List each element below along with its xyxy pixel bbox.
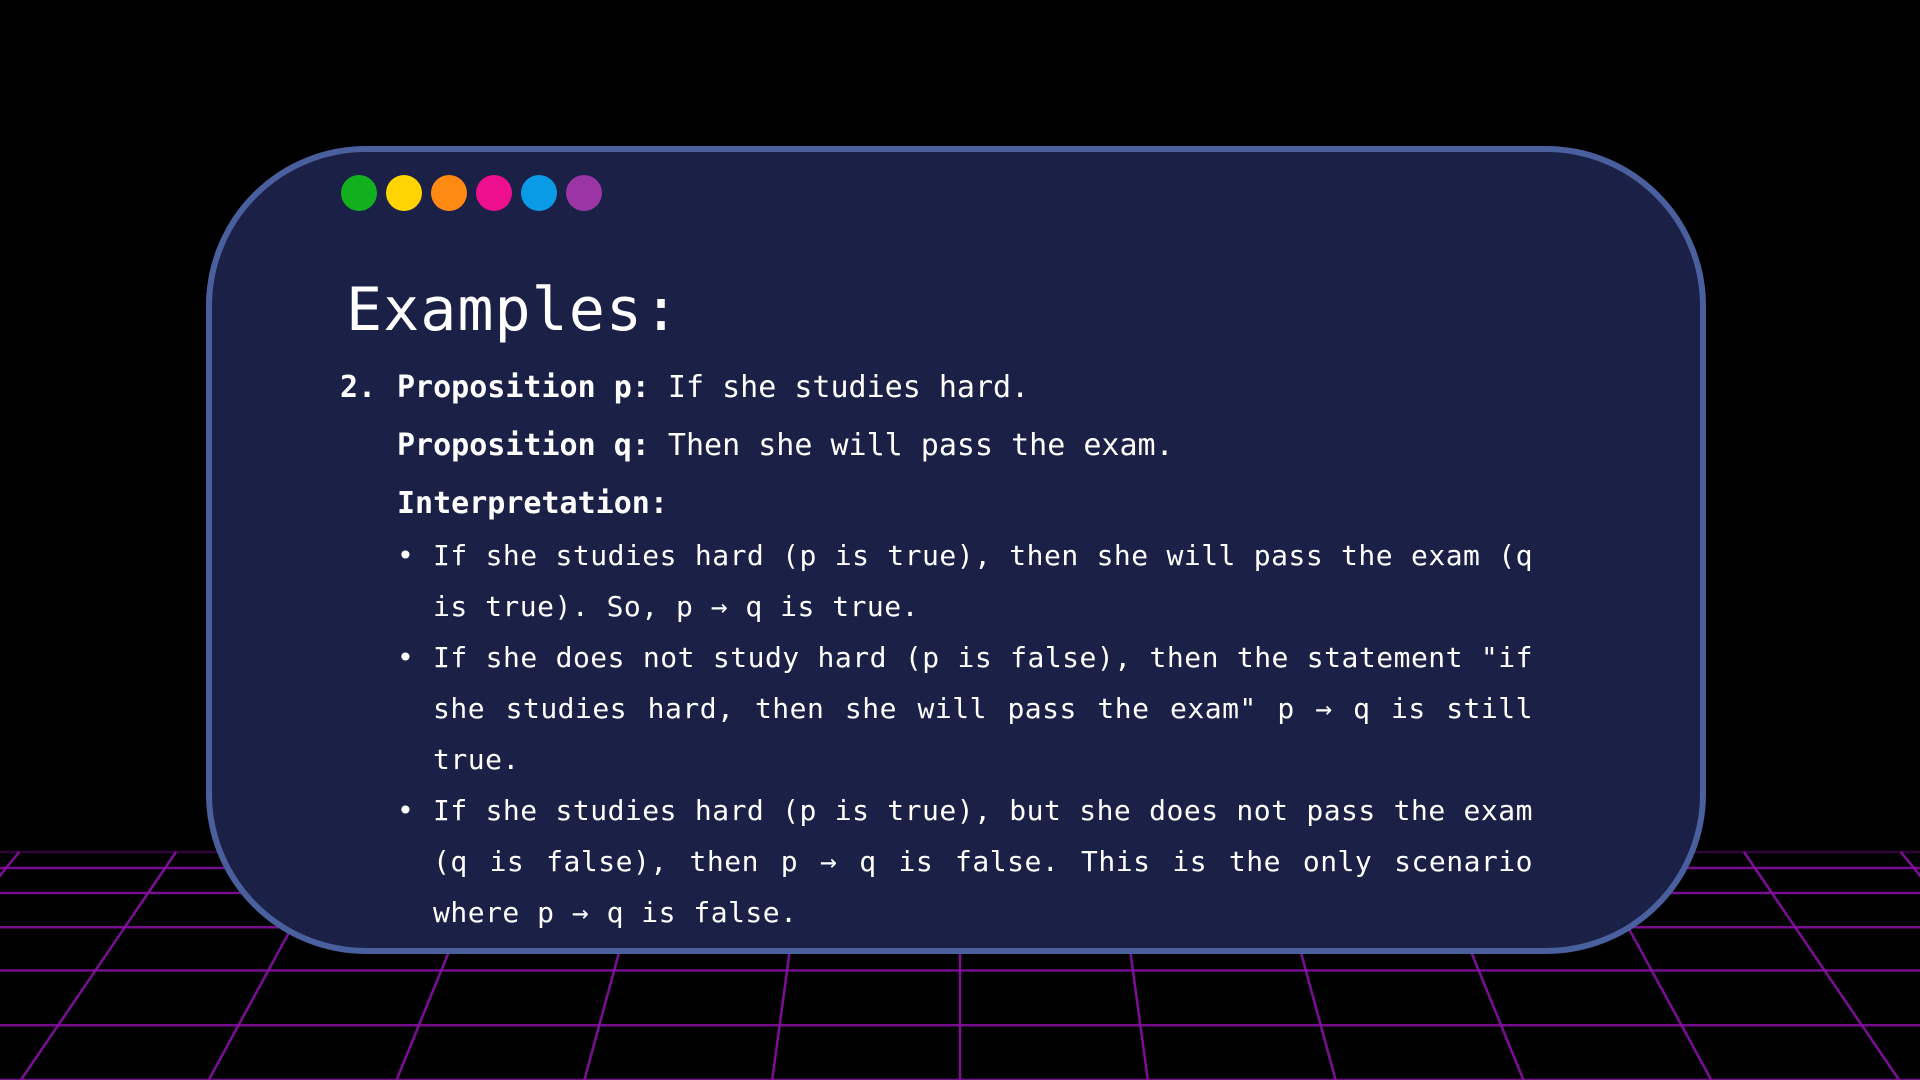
interpretation-label: Interpretation:	[397, 486, 668, 521]
slide-content: Examples: 2. Proposition p: If she studie…	[340, 270, 1580, 938]
blue-dot	[521, 175, 557, 211]
proposition-q-line: Proposition q: Then she will pass the ex…	[340, 426, 1580, 466]
list-item: • If she studies hard (p is true), then s…	[397, 530, 1533, 632]
proposition-q-label: Proposition q:	[397, 428, 650, 463]
grid-line	[0, 851, 21, 878]
bullet-text: If she does not study hard (p is false),…	[433, 641, 1533, 776]
interpretation-list: • If she studies hard (p is true), then s…	[340, 530, 1580, 938]
green-dot	[341, 175, 377, 211]
yellow-dot	[386, 175, 422, 211]
bullet-icon: •	[397, 794, 415, 827]
bullet-text: If she studies hard (p is true), but she…	[433, 794, 1533, 929]
list-item: • If she does not study hard (p is false)…	[397, 632, 1533, 785]
slide-heading: Examples:	[346, 275, 681, 345]
purple-dot	[566, 175, 602, 211]
grid-line	[1899, 851, 1920, 878]
bullet-icon: •	[397, 539, 415, 572]
list-item: • If she studies hard (p is true), but sh…	[397, 785, 1533, 938]
grid-line	[1742, 851, 1901, 1080]
proposition-p-line: 2. Proposition p: If she studies hard.	[340, 368, 1580, 408]
slide-stage: Examples: 2. Proposition p: If she studie…	[0, 0, 1920, 1080]
proposition-p-text: If she studies hard.	[649, 370, 1030, 405]
window-dots	[341, 175, 602, 211]
orange-dot	[431, 175, 467, 211]
proposition-p-label: Proposition p:	[397, 370, 650, 405]
bullet-text: If she studies hard (p is true), then sh…	[433, 539, 1533, 623]
bullet-icon: •	[397, 641, 415, 674]
pink-dot	[476, 175, 512, 211]
item-number: 2.	[340, 370, 377, 405]
grid-line	[19, 851, 178, 1080]
proposition-q-text: Then she will pass the exam.	[649, 428, 1174, 463]
